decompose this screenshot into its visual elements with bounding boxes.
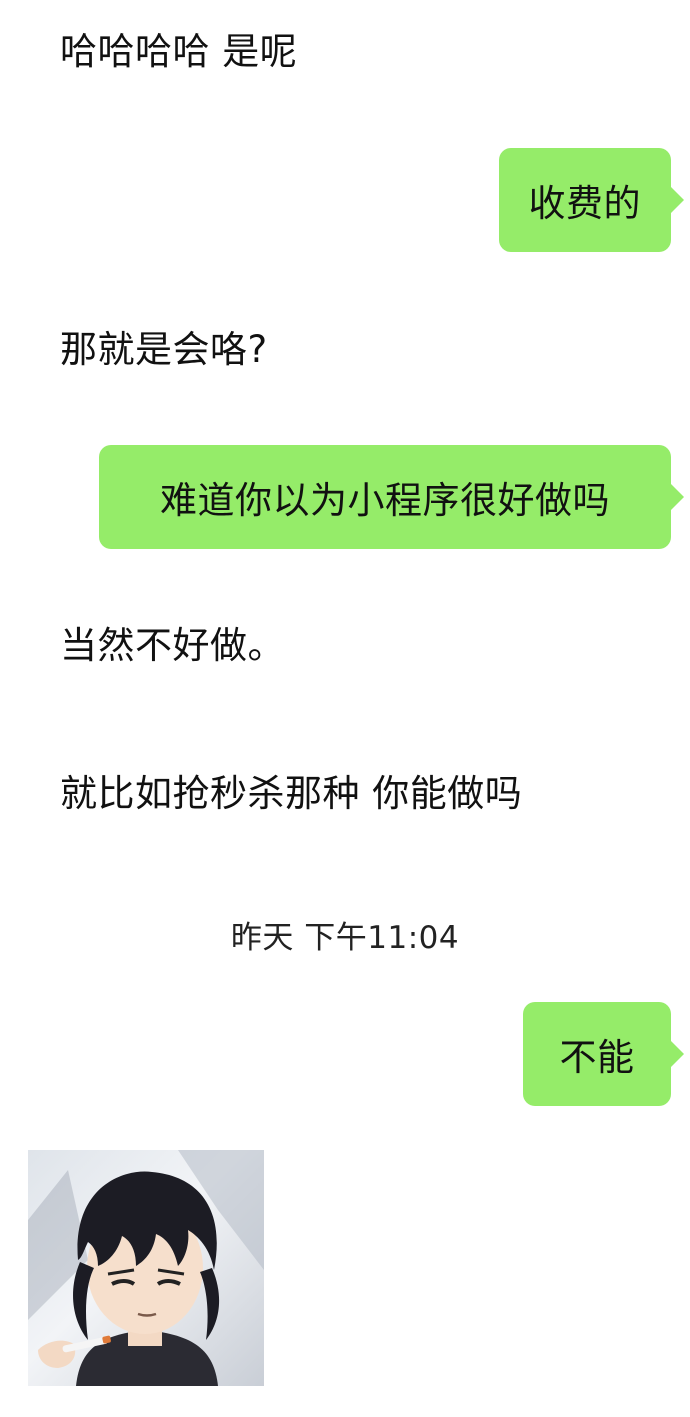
outgoing-message[interactable]: 不能 <box>490 1002 690 1106</box>
incoming-message-text[interactable]: 当然不好做。 <box>60 622 285 670</box>
incoming-message-text[interactable]: 就比如抢秒杀那种 你能做吗 <box>60 770 522 818</box>
incoming-message-text[interactable]: 哈哈哈哈 是呢 <box>60 28 297 76</box>
anime-boy-sticker-image[interactable] <box>28 1150 264 1386</box>
outgoing-bubble[interactable]: 难道你以为小程序很好做吗 <box>99 445 671 549</box>
bubble-tail <box>670 186 684 214</box>
outgoing-bubble[interactable]: 收费的 <box>498 148 671 252</box>
message-timestamp: 昨天 下午11:04 <box>230 920 460 956</box>
bubble-tail <box>670 483 684 511</box>
outgoing-bubble[interactable]: 不能 <box>523 1002 671 1106</box>
incoming-message-text[interactable]: 那就是会咯? <box>60 326 268 374</box>
outgoing-message[interactable]: 收费的 <box>390 148 690 252</box>
bubble-tail <box>670 1040 684 1068</box>
outgoing-message[interactable]: 难道你以为小程序很好做吗 <box>0 445 690 549</box>
anime-boy-cigarette-sticker-icon <box>28 1150 264 1386</box>
